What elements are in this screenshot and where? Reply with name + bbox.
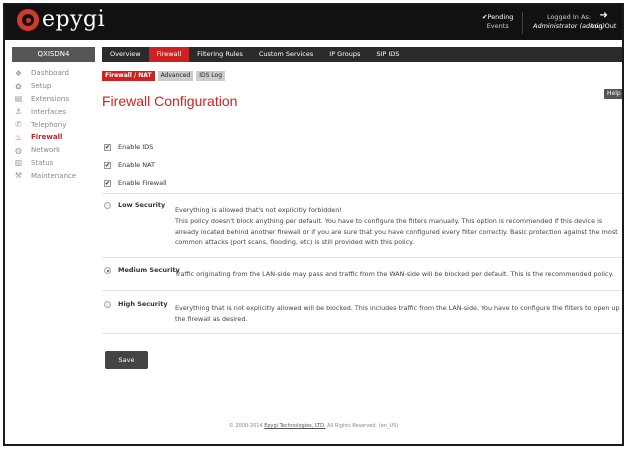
tab-filtering-rules[interactable]: Filtering Rules bbox=[189, 47, 251, 62]
option-description: Everything is allowed that's not explici… bbox=[175, 205, 622, 248]
checkbox-label: Enable IDS bbox=[118, 143, 154, 151]
device-name: QXISDN4 bbox=[12, 47, 95, 62]
sidebar-item-label: Interfaces bbox=[31, 107, 66, 116]
sidebar-item-label: Network bbox=[31, 146, 61, 155]
footer-prefix: © 2000-2014 bbox=[228, 423, 265, 429]
high-security-radio[interactable] bbox=[104, 301, 111, 308]
tab-overview[interactable]: Overview bbox=[102, 47, 149, 62]
checkbox-box[interactable]: ✔ bbox=[104, 179, 111, 187]
flame-icon: ♨ bbox=[14, 132, 23, 142]
globe-icon: ◍ bbox=[15, 145, 22, 155]
pending-sub-label: Events bbox=[486, 22, 509, 30]
sidebar-item-dashboard[interactable]: ❖ Dashboard bbox=[13, 67, 76, 80]
sidebar-item-label: Telephony bbox=[31, 120, 67, 129]
pending-events-button[interactable]: ✔Pending Events bbox=[482, 13, 513, 31]
sidebar-item-label: Firewall bbox=[31, 133, 63, 142]
sidebar-item-network[interactable]: ◍ Network bbox=[13, 144, 76, 157]
checkbox-label: Enable Firewall bbox=[118, 179, 167, 187]
divider bbox=[102, 257, 622, 258]
phone-icon: ✆ bbox=[15, 120, 22, 130]
sub-tabs: Firewall / NAT Advanced IDS Log bbox=[102, 71, 228, 81]
sidebar-item-setup[interactable]: ✿ Setup bbox=[13, 80, 76, 93]
top-bar: epygi ✔Pending Events Logged In As: Admi… bbox=[5, 5, 622, 40]
save-button[interactable]: Save bbox=[105, 351, 148, 369]
topbar-divider bbox=[522, 12, 523, 34]
description-line: Everything is allowed that's not explici… bbox=[175, 206, 342, 214]
chart-icon: ▥ bbox=[14, 158, 23, 168]
sidebar-item-label: Maintenance bbox=[31, 171, 77, 180]
divider bbox=[102, 333, 622, 334]
logout-button[interactable]: ➜ Log Out bbox=[591, 10, 616, 31]
sidebar-item-firewall[interactable]: ♨ Firewall bbox=[13, 131, 76, 144]
description-line: Traffic originating from the LAN-side ma… bbox=[175, 270, 614, 278]
checkbox-label: Enable NAT bbox=[118, 161, 155, 169]
tab-firewall[interactable]: Firewall bbox=[148, 47, 190, 62]
option-description: Everything that is not explicitly allowe… bbox=[175, 303, 622, 325]
sidebar-item-status[interactable]: ▥ Status bbox=[13, 157, 76, 170]
tab-custom-services[interactable]: Custom Services bbox=[251, 47, 321, 62]
description-line: This policy doesn't block anything per d… bbox=[175, 216, 618, 247]
option-label: Low Security bbox=[118, 201, 166, 209]
extensions-icon: ▤ bbox=[14, 94, 23, 104]
sidebar-item-label: Dashboard bbox=[31, 69, 69, 78]
description-line: Everything that is not explicitly allowe… bbox=[175, 304, 620, 323]
logo-text: epygi bbox=[42, 7, 106, 32]
sidebar-item-telephony[interactable]: ✆ Telephony bbox=[13, 118, 76, 131]
checkbox-box[interactable]: ✔ bbox=[104, 161, 111, 169]
sidebar-item-label: Status bbox=[31, 158, 54, 167]
medium-security-radio[interactable] bbox=[104, 267, 111, 274]
help-button[interactable]: Help bbox=[604, 89, 622, 99]
subtab-firewall-nat[interactable]: Firewall / NAT bbox=[102, 71, 155, 81]
footer: © 2000-2014 Epygi Technologies, LTD. All… bbox=[5, 423, 622, 429]
footer-company-link[interactable]: Epygi Technologies, LTD. bbox=[264, 423, 325, 429]
divider bbox=[102, 193, 622, 194]
sidebar-item-maintenance[interactable]: ⚒ Maintenance bbox=[13, 169, 76, 182]
sidebar-item-interfaces[interactable]: ⚓ Interfaces bbox=[13, 105, 76, 118]
logout-icon: ➜ bbox=[599, 10, 608, 21]
enable-firewall-checkbox[interactable]: ✔ Enable Firewall bbox=[104, 174, 167, 192]
dashboard-icon: ❖ bbox=[14, 68, 23, 78]
sidebar-item-label: Setup bbox=[31, 82, 52, 91]
logout-label: Log Out bbox=[591, 22, 617, 30]
enable-nat-checkbox[interactable]: ✔ Enable NAT bbox=[104, 156, 167, 174]
page-title: Firewall Configuration bbox=[102, 93, 238, 109]
sidebar-nav: ❖ Dashboard ✿ Setup ▤ Extensions ⚓ Interface… bbox=[13, 67, 76, 182]
sidebar-item-extensions[interactable]: ▤ Extensions bbox=[13, 93, 76, 106]
divider bbox=[102, 290, 622, 291]
checkbox-box[interactable]: ✔ bbox=[104, 143, 111, 151]
epygi-logo[interactable]: epygi bbox=[17, 9, 105, 31]
enable-ids-checkbox[interactable]: ✔ Enable IDS bbox=[104, 138, 167, 156]
option-label: High Security bbox=[118, 300, 168, 308]
pending-label: Pending bbox=[487, 13, 514, 21]
option-label: Medium Security bbox=[118, 266, 180, 274]
app-window: epygi ✔Pending Events Logged In As: Admi… bbox=[3, 3, 624, 446]
tab-sip-ids[interactable]: SIP IDS bbox=[368, 47, 407, 62]
option-description: Traffic originating from the LAN-side ma… bbox=[175, 269, 622, 280]
gear-icon: ✿ bbox=[15, 81, 22, 91]
interfaces-icon: ⚓ bbox=[14, 107, 23, 117]
main-tabs: Overview Firewall Filtering Rules Custom… bbox=[102, 47, 622, 62]
subtab-advanced[interactable]: Advanced bbox=[157, 71, 194, 81]
tab-ip-groups[interactable]: IP Groups bbox=[321, 47, 368, 62]
logo-mark-icon bbox=[17, 9, 39, 31]
wrench-icon: ⚒ bbox=[14, 171, 23, 181]
low-security-radio[interactable] bbox=[104, 202, 111, 209]
footer-suffix: All Rights Reserved. (en_US) bbox=[325, 423, 399, 429]
sidebar-item-label: Extensions bbox=[31, 94, 70, 103]
subtab-ids-log[interactable]: IDS Log bbox=[196, 71, 226, 81]
feature-checkboxes: ✔ Enable IDS ✔ Enable NAT ✔ Enable Firewall bbox=[104, 138, 167, 192]
